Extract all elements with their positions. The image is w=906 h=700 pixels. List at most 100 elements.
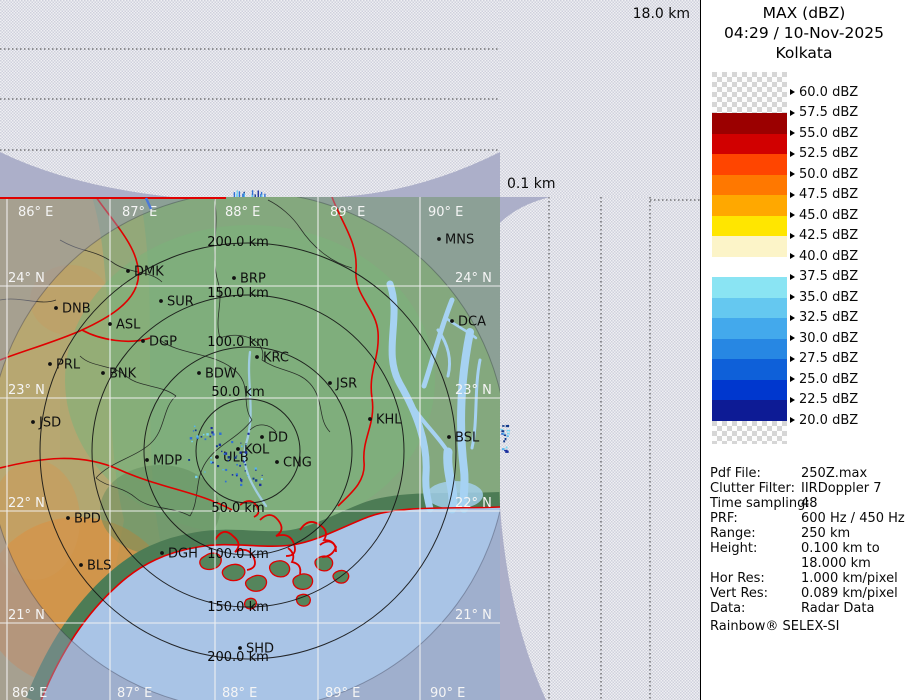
city-label: JSD bbox=[38, 416, 61, 431]
city-label: DMK bbox=[134, 265, 164, 280]
legend-band bbox=[712, 134, 787, 155]
legend-label: 20.0 dBZ bbox=[790, 412, 858, 428]
right-projection-panel bbox=[500, 197, 700, 700]
legend-tick-arrow-icon bbox=[790, 253, 795, 259]
latitude-label-left: 24° N bbox=[8, 271, 45, 286]
city-dot bbox=[54, 306, 58, 310]
legend-tick-arrow-icon bbox=[790, 335, 795, 341]
longitude-label-bottom: 87° E bbox=[117, 686, 152, 700]
height-axis-max-label: 18.0 km bbox=[633, 6, 690, 22]
legend-tick-arrow-icon bbox=[790, 315, 795, 321]
city-label: DD bbox=[268, 431, 288, 446]
metadata-row: Time sampling:48 bbox=[710, 496, 905, 511]
city-label: CNG bbox=[283, 456, 312, 471]
city-label: ASL bbox=[116, 318, 141, 333]
city-label: MNS bbox=[445, 233, 474, 248]
city-dot bbox=[126, 269, 130, 273]
city-dot bbox=[66, 516, 70, 520]
radar-application-window: 18.0 km 0.1 km bbox=[0, 0, 906, 700]
product-metadata: Pdf File:250Z.maxClutter Filter:IIRDoppl… bbox=[710, 466, 905, 616]
radar-map-viewport[interactable]: 86° E86° E87° E87° E88° E88° E89° E89° E… bbox=[0, 197, 500, 700]
longitude-label-bottom: 90° E bbox=[430, 686, 465, 700]
legend-tick-arrow-icon bbox=[790, 417, 795, 423]
legend-label: 42.5 dBZ bbox=[790, 228, 858, 244]
city-dot bbox=[159, 299, 163, 303]
metadata-row: Pdf File:250Z.max bbox=[710, 466, 905, 481]
legend-tick-arrow-icon bbox=[790, 212, 795, 218]
range-ring-label: 150.0 km bbox=[207, 286, 269, 301]
city-label: KRC bbox=[263, 351, 289, 366]
legend-label: 50.0 dBZ bbox=[790, 166, 858, 182]
legend-label: 52.5 dBZ bbox=[790, 146, 858, 162]
longitude-label-top: 87° E bbox=[122, 205, 157, 220]
metadata-row: Data:Radar Data bbox=[710, 601, 905, 616]
legend-label: 47.5 dBZ bbox=[790, 187, 858, 203]
metadata-row: 18.000 km bbox=[710, 556, 905, 571]
height-axis-corner-panel: 18.0 km 0.1 km bbox=[500, 0, 700, 197]
legend-band bbox=[712, 216, 787, 237]
city-dot bbox=[145, 458, 149, 462]
city-dot bbox=[255, 355, 259, 359]
legend-label: 32.5 dBZ bbox=[790, 310, 858, 326]
height-gridlines bbox=[0, 49, 500, 150]
legend-band bbox=[712, 236, 787, 257]
latitude-label-left: 23° N bbox=[8, 383, 45, 398]
metadata-row: Vert Res:0.089 km/pixel bbox=[710, 586, 905, 601]
legend-tick-arrow-icon bbox=[790, 397, 795, 403]
legend-label: 40.0 dBZ bbox=[790, 248, 858, 264]
latitude-label-left: 21° N bbox=[8, 608, 45, 623]
city-label: BSL bbox=[455, 431, 480, 446]
city-label: SHD bbox=[246, 642, 274, 657]
legend-band-checker bbox=[712, 421, 787, 444]
legend-label: 35.0 dBZ bbox=[790, 289, 858, 305]
city-label: JSR bbox=[335, 377, 357, 392]
product-datetime: 04:29 / 10-Nov-2025 bbox=[701, 23, 906, 43]
site-name: Kolkata bbox=[701, 43, 906, 63]
city-dot bbox=[48, 362, 52, 366]
height-gridlines-vertical bbox=[549, 197, 700, 700]
legend-tick-arrow-icon bbox=[790, 233, 795, 239]
legend-label: 22.5 dBZ bbox=[790, 392, 858, 408]
city-dot bbox=[238, 646, 242, 650]
city-dot bbox=[450, 319, 454, 323]
latitude-label-right: 22° N bbox=[455, 496, 492, 511]
out-of-range-wedge-left bbox=[0, 152, 172, 197]
city-dot bbox=[108, 322, 112, 326]
legend-band bbox=[712, 400, 787, 421]
out-of-range-wedge-top bbox=[500, 197, 550, 223]
longitude-label-top: 86° E bbox=[18, 205, 53, 220]
software-brand: Rainbow® SELEX-SI bbox=[710, 619, 840, 634]
metadata-row: Height:0.100 km to bbox=[710, 541, 905, 556]
city-dot bbox=[79, 563, 83, 567]
legend-tick-arrow-icon bbox=[790, 192, 795, 198]
city-label: PRL bbox=[56, 358, 81, 373]
legend-label: 30.0 dBZ bbox=[790, 330, 858, 346]
city-label: BDW bbox=[205, 367, 237, 382]
metadata-row: Range:250 km bbox=[710, 526, 905, 541]
product-info-panel: MAX (dBZ) 04:29 / 10-Nov-2025 Kolkata 60… bbox=[700, 0, 906, 700]
right-projection-graphics bbox=[500, 197, 700, 700]
out-of-range-wedge-bottom bbox=[500, 507, 546, 700]
top-projection-graphics bbox=[0, 0, 500, 197]
legend-band bbox=[712, 277, 787, 298]
city-dot bbox=[328, 381, 332, 385]
height-axis-min-label: 0.1 km bbox=[507, 176, 555, 192]
top-projection-panel bbox=[0, 0, 500, 197]
echo-projection-right bbox=[500, 425, 510, 453]
legend-band bbox=[712, 113, 787, 134]
radar-map: 86° E86° E87° E87° E88° E88° E89° E89° E… bbox=[0, 197, 500, 700]
legend-band bbox=[712, 175, 787, 196]
legend-band bbox=[712, 339, 787, 360]
city-dot bbox=[101, 371, 105, 375]
echo-projection-top bbox=[234, 190, 265, 197]
city-label: BPD bbox=[74, 512, 101, 527]
legend-label: 60.0 dBZ bbox=[790, 84, 858, 100]
out-of-range-wedge-right bbox=[338, 152, 500, 197]
city-dot bbox=[368, 417, 372, 421]
longitude-label-bottom: 88° E bbox=[222, 686, 257, 700]
legend-band bbox=[712, 154, 787, 175]
latitude-label-right: 21° N bbox=[455, 608, 492, 623]
longitude-label-top: 90° E bbox=[428, 205, 463, 220]
legend-band bbox=[712, 318, 787, 339]
longitude-label-bottom: 89° E bbox=[325, 686, 360, 700]
